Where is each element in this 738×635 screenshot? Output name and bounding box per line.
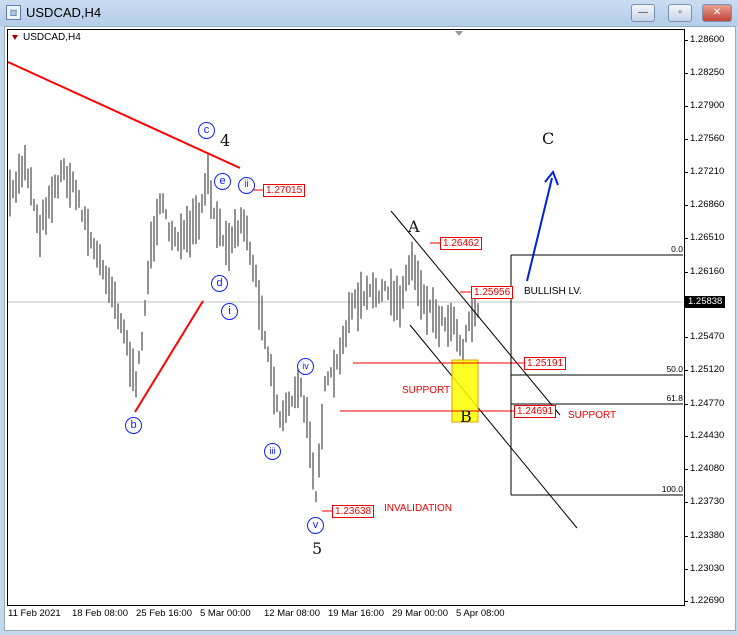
support-label: SUPPORT: [568, 410, 617, 421]
wave-label-v: v: [307, 517, 324, 534]
wave-label-ii: ii: [238, 177, 255, 194]
wave-label-A: A: [408, 217, 420, 236]
price-tag: 1.27015: [263, 184, 306, 197]
price-tag: 1.25956: [471, 286, 514, 299]
triangle-upper-trendline: [7, 61, 241, 169]
invalidation-label: INVALIDATION: [384, 503, 452, 514]
wave-label-B: B: [460, 407, 472, 426]
shift-marker-icon[interactable]: [455, 31, 463, 36]
bullish-label: BULLISH LV.: [524, 286, 582, 297]
wave-label-C: C: [542, 129, 555, 148]
triangle-lower-trendline: [134, 300, 204, 413]
wave-label-d: d: [211, 275, 228, 292]
price-tag: 1.25191: [524, 357, 567, 370]
wave-label-5: 5: [312, 539, 323, 558]
wave-label-i: i: [221, 303, 238, 320]
fib-level: 0.0: [671, 244, 683, 254]
fib-level: 61.8: [666, 393, 683, 403]
price-bars: [9, 144, 479, 503]
wave-label-c: c: [198, 122, 215, 139]
channel-lower-line: [409, 324, 578, 529]
price-tag: 1.24691: [514, 405, 557, 418]
support-label: SUPPORT: [402, 385, 451, 396]
wave-label-b: b: [125, 417, 142, 434]
price-plot: [7, 31, 683, 529]
wave-label-iii: iii: [264, 443, 281, 460]
wave-label-4: 4: [220, 131, 231, 150]
price-tag: 1.23638: [332, 505, 375, 518]
wave-label-e: e: [214, 173, 231, 190]
wave-label-iv: iv: [297, 358, 314, 375]
fib-level: 50.0: [666, 364, 683, 374]
price-tag: 1.26462: [440, 237, 483, 250]
fib-level: 100.0: [661, 484, 683, 494]
bullish-arrow: [526, 177, 553, 282]
